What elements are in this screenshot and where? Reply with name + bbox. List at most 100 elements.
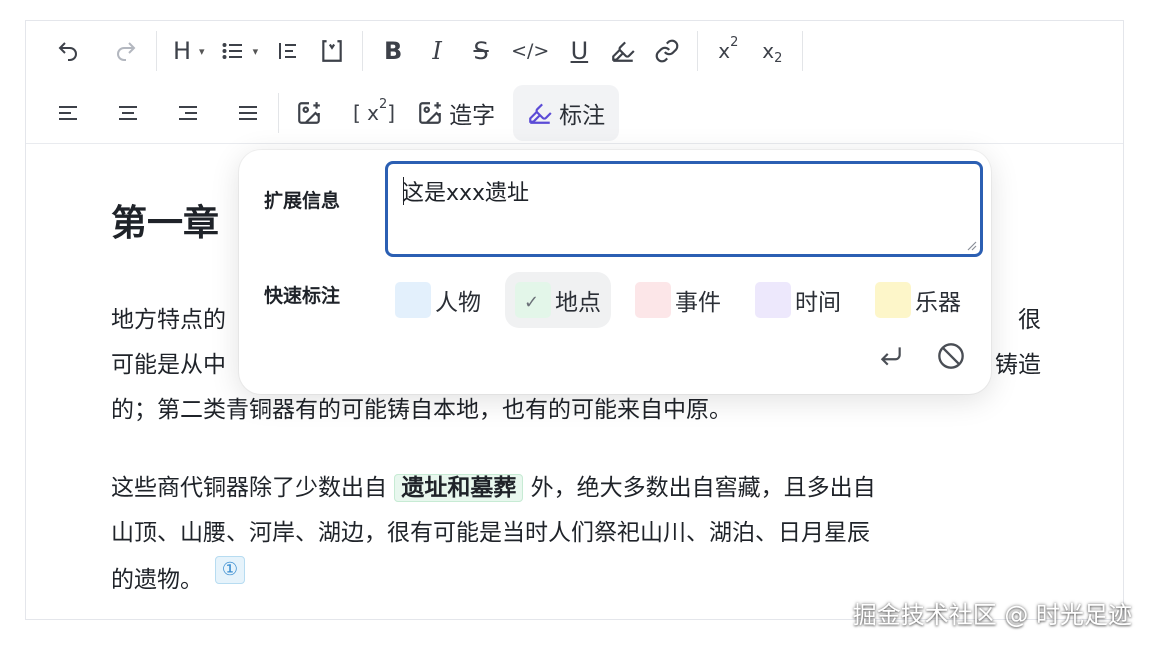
italic-button[interactable]: I <box>415 29 459 73</box>
ext-info-value: 这是xxx遗址 <box>402 181 530 206</box>
bold-button[interactable]: B <box>371 29 415 73</box>
annotate-button[interactable]: 标注 <box>513 85 620 141</box>
make-char-label: 造字 <box>449 103 496 129</box>
annotation-popover: 扩展信息 这是xxx遗址 快速标注 人物 ✓ 地点 事件 时间 乐器 <box>239 150 991 394</box>
annotate-label: 标注 <box>559 103 606 129</box>
popover-actions <box>875 340 967 372</box>
toolbar-divider <box>278 93 279 133</box>
indent-icon <box>279 43 297 59</box>
strikethrough-button[interactable]: S <box>459 29 503 73</box>
check-icon: ✓ <box>524 292 540 313</box>
ext-info-label: 扩展信息 <box>264 190 341 212</box>
redo-button[interactable] <box>104 29 148 73</box>
chevron-down-icon: ▾ <box>199 44 205 58</box>
toolbar: H ▾ ▾ B I S </> U x 2 x 2 [x 2] 造字 标注 <box>26 21 1123 144</box>
annotate-pen-icon <box>529 103 552 124</box>
superscript-number: 2 <box>730 34 739 50</box>
tag-place[interactable]: ✓ 地点 <box>505 272 611 328</box>
formula-icon: [ x <box>353 101 379 125</box>
heading-icon: H <box>173 37 192 65</box>
tag-label: 地点 <box>555 290 601 316</box>
make-char-button[interactable]: 造字 <box>409 91 503 135</box>
tag-swatch <box>395 282 431 318</box>
strikethrough-icon: S <box>473 37 489 65</box>
tag-swatch <box>875 282 911 318</box>
paragraph-line-tail: 铸造 <box>995 352 1041 378</box>
enter-icon <box>880 347 901 366</box>
annotated-highlight[interactable]: 遗址和墓葬 <box>394 474 524 502</box>
formula-sup: 2 <box>379 96 388 112</box>
toolbar-divider <box>362 31 364 71</box>
align-justify-icon <box>239 106 257 120</box>
link-button[interactable] <box>645 29 689 73</box>
image-plus-icon <box>419 102 441 124</box>
underline-button[interactable]: U <box>557 29 601 73</box>
formula-button[interactable]: [ x2 ] <box>345 91 403 135</box>
text-segment: 外，绝大多数出自窖藏，且多出自 <box>523 475 876 501</box>
paragraph-2: 这些商代铜器除了少数出自 遗址和墓葬 外，绝大多数出自窖藏，且多出自 山顶、山腰… <box>111 466 1041 603</box>
quote-button[interactable] <box>310 29 354 73</box>
image-plus-icon <box>298 102 320 124</box>
redo-icon <box>117 42 136 61</box>
tag-event[interactable]: 事件 <box>625 272 731 328</box>
superscript-button[interactable]: x2 <box>706 29 750 73</box>
quick-tag-label: 快速标注 <box>264 285 341 307</box>
insert-image-button[interactable] <box>287 91 331 135</box>
tag-person[interactable]: 人物 <box>385 272 491 328</box>
align-left-button[interactable] <box>46 91 90 135</box>
confirm-button[interactable] <box>875 340 907 372</box>
tag-label: 事件 <box>675 290 721 316</box>
annotation-marker[interactable]: ① <box>215 556 245 584</box>
superscript-icon: x <box>718 39 731 63</box>
chevron-down-icon: ▾ <box>252 44 259 58</box>
page-title: 第一章 <box>111 203 220 244</box>
formula-close: ] <box>387 101 396 125</box>
tag-label: 乐器 <box>915 290 961 316</box>
toolbar-row-1: H ▾ ▾ B I S </> U x 2 x 2 <box>46 23 811 79</box>
toolbar-divider <box>156 31 157 71</box>
align-left-icon <box>59 106 77 120</box>
quick-tag-list: 人物 ✓ 地点 事件 时间 乐器 <box>385 272 971 328</box>
indent-button[interactable] <box>266 29 310 73</box>
cancel-button[interactable] <box>935 340 967 372</box>
tag-instrument[interactable]: 乐器 <box>865 272 971 328</box>
text-caret <box>403 177 404 205</box>
toolbar-divider <box>802 31 804 71</box>
quote-icon <box>322 40 342 62</box>
tag-label: 时间 <box>795 290 841 316</box>
tag-time[interactable]: 时间 <box>745 272 851 328</box>
toolbar-row-2: [ x2 ] 造字 标注 <box>46 85 620 141</box>
bold-icon: B <box>383 37 403 65</box>
tag-swatch <box>635 282 671 318</box>
paragraph-line: 的；第二类青铜器有的可能铸自本地，也有的可能来自中原。 <box>111 397 732 423</box>
align-right-button[interactable] <box>166 91 210 135</box>
text-segment: 的遗物。 <box>111 567 203 593</box>
list-button[interactable]: ▾ <box>213 29 267 73</box>
align-center-icon <box>119 106 137 120</box>
ext-info-textarea[interactable]: 这是xxx遗址 <box>385 161 983 257</box>
undo-icon <box>58 42 77 61</box>
paragraph-line: 这些商代铜器除了少数出自 遗址和墓葬 外，绝大多数出自窖藏，且多出自 <box>111 466 1041 511</box>
subscript-number: 2 <box>774 50 783 66</box>
code-button[interactable]: </> <box>503 29 557 73</box>
underline-icon: U <box>570 37 589 65</box>
tag-swatch: ✓ <box>515 282 551 318</box>
align-center-button[interactable] <box>106 91 150 135</box>
align-justify-button[interactable] <box>226 91 270 135</box>
tag-swatch <box>755 282 791 318</box>
subscript-button[interactable]: x2 <box>750 29 794 73</box>
code-icon: </> <box>511 40 550 62</box>
tag-label: 人物 <box>435 290 481 316</box>
highlight-button[interactable] <box>601 29 645 73</box>
align-right-icon <box>179 106 197 120</box>
heading-button[interactable]: H ▾ <box>165 29 213 73</box>
text-segment: 这些商代铜器除了少数出自 <box>111 475 395 501</box>
subscript-icon: x <box>762 39 775 63</box>
toolbar-divider <box>697 31 699 71</box>
paragraph-line-tail: 很 <box>1018 307 1041 333</box>
watermark: 掘金技术社区 @ 时光足迹 <box>852 601 1132 629</box>
resize-grip-icon[interactable] <box>965 239 977 251</box>
undo-button[interactable] <box>46 29 90 73</box>
ban-icon <box>938 343 964 369</box>
paragraph-line: 山顶、山腰、河岸、湖边，很有可能是当时人们祭祀山川、湖泊、日月星辰 <box>111 520 870 546</box>
